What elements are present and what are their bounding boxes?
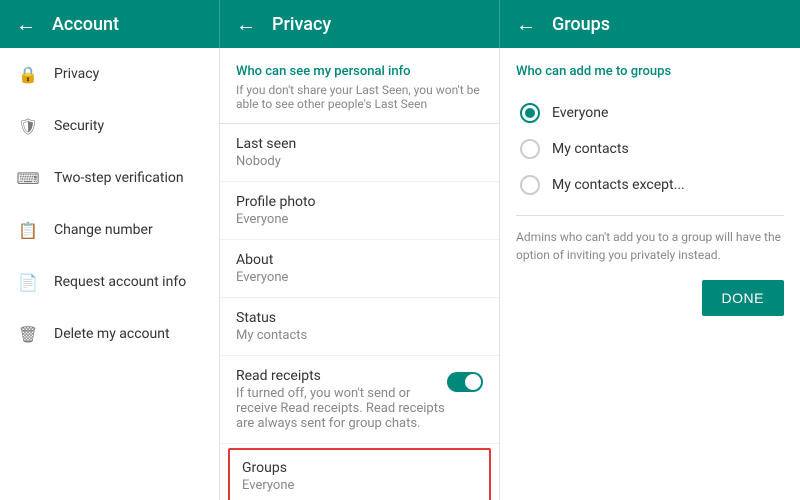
groups-option-my-contacts[interactable]: My contacts — [516, 131, 784, 167]
privacy-panel: Who can see my personal info If you don'… — [220, 48, 500, 500]
sidebar-requestinfo-label: Request account info — [54, 274, 186, 290]
lock-icon: 🔒 — [16, 62, 40, 86]
last-seen-value: Nobody — [236, 154, 483, 169]
sidebar-item-two-step[interactable]: ⌨ Two-step verification — [0, 152, 219, 204]
groups-title-privacy: Groups — [242, 460, 477, 476]
privacy-about[interactable]: About Everyone — [220, 240, 499, 298]
privacy-section-desc: If you don't share your Last Seen, you w… — [220, 83, 499, 124]
status-title: Status — [236, 310, 483, 326]
groups-label-my-contacts: My contacts — [552, 141, 629, 157]
privacy-title: Privacy — [272, 14, 331, 35]
keyboard-icon: ⌨ — [16, 166, 40, 190]
groups-panel: Who can add me to groups Everyone My con… — [500, 48, 800, 500]
sidebar-twostep-label: Two-step verification — [54, 170, 184, 186]
sidebar-item-privacy[interactable]: 🔒 Privacy — [0, 48, 219, 100]
profile-photo-title: Profile photo — [236, 194, 483, 210]
privacy-last-seen[interactable]: Last seen Nobody — [220, 124, 499, 182]
about-value: Everyone — [236, 270, 483, 285]
read-receipts-desc: If turned off, you won't send or receive… — [236, 386, 447, 431]
privacy-read-receipts[interactable]: Read receipts If turned off, you won't s… — [220, 356, 499, 444]
read-receipts-toggle[interactable] — [447, 372, 483, 392]
privacy-back-arrow[interactable]: ← — [236, 12, 256, 37]
groups-back-arrow[interactable]: ← — [516, 12, 536, 37]
privacy-header: ← Privacy — [220, 0, 500, 48]
groups-title: Groups — [552, 14, 610, 35]
sidebar-privacy-label: Privacy — [54, 66, 99, 82]
sidebar-deleteaccount-label: Delete my account — [54, 326, 170, 342]
trash-icon: 🗑 — [16, 322, 40, 346]
privacy-status[interactable]: Status My contacts — [220, 298, 499, 356]
groups-header: ← Groups — [500, 0, 800, 48]
done-button[interactable]: DONE — [702, 280, 784, 316]
groups-radio-my-contacts[interactable] — [520, 139, 540, 159]
read-receipts-title: Read receipts — [236, 368, 447, 384]
last-seen-title: Last seen — [236, 136, 483, 152]
sidebar-item-change-number[interactable]: 📋 Change number — [0, 204, 219, 256]
privacy-groups[interactable]: Groups Everyone — [228, 448, 491, 500]
account-title: Account — [52, 14, 119, 35]
groups-option-my-contacts-except[interactable]: My contacts except... — [516, 167, 784, 203]
groups-radio-everyone[interactable] — [520, 103, 540, 123]
document-icon: 📄 — [16, 270, 40, 294]
privacy-section-title: Who can see my personal info — [220, 48, 499, 83]
groups-radio-my-contacts-except[interactable] — [520, 175, 540, 195]
groups-value-privacy: Everyone — [242, 478, 477, 493]
sidebar-item-security[interactable]: 🛡 Security — [0, 100, 219, 152]
groups-description: Admins who can't add you to a group will… — [516, 215, 784, 264]
sidebar-item-request-info[interactable]: 📄 Request account info — [0, 256, 219, 308]
shield-icon: 🛡 — [16, 114, 40, 138]
done-button-container: DONE — [516, 280, 784, 316]
groups-section-title: Who can add me to groups — [516, 64, 784, 79]
status-value: My contacts — [236, 328, 483, 343]
privacy-profile-photo[interactable]: Profile photo Everyone — [220, 182, 499, 240]
sidebar-changenumber-label: Change number — [54, 222, 153, 238]
groups-label-everyone: Everyone — [552, 105, 608, 121]
account-header: ← Account — [0, 0, 220, 48]
groups-label-my-contacts-except: My contacts except... — [552, 177, 685, 193]
account-back-arrow[interactable]: ← — [16, 12, 36, 37]
about-title: About — [236, 252, 483, 268]
sidebar-item-delete-account[interactable]: 🗑 Delete my account — [0, 308, 219, 360]
sidebar-security-label: Security — [54, 118, 104, 134]
groups-option-everyone[interactable]: Everyone — [516, 95, 784, 131]
account-sidebar: 🔒 Privacy 🛡 Security ⌨ Two-step verifica… — [0, 48, 220, 500]
profile-photo-value: Everyone — [236, 212, 483, 227]
clipboard-icon: 📋 — [16, 218, 40, 242]
